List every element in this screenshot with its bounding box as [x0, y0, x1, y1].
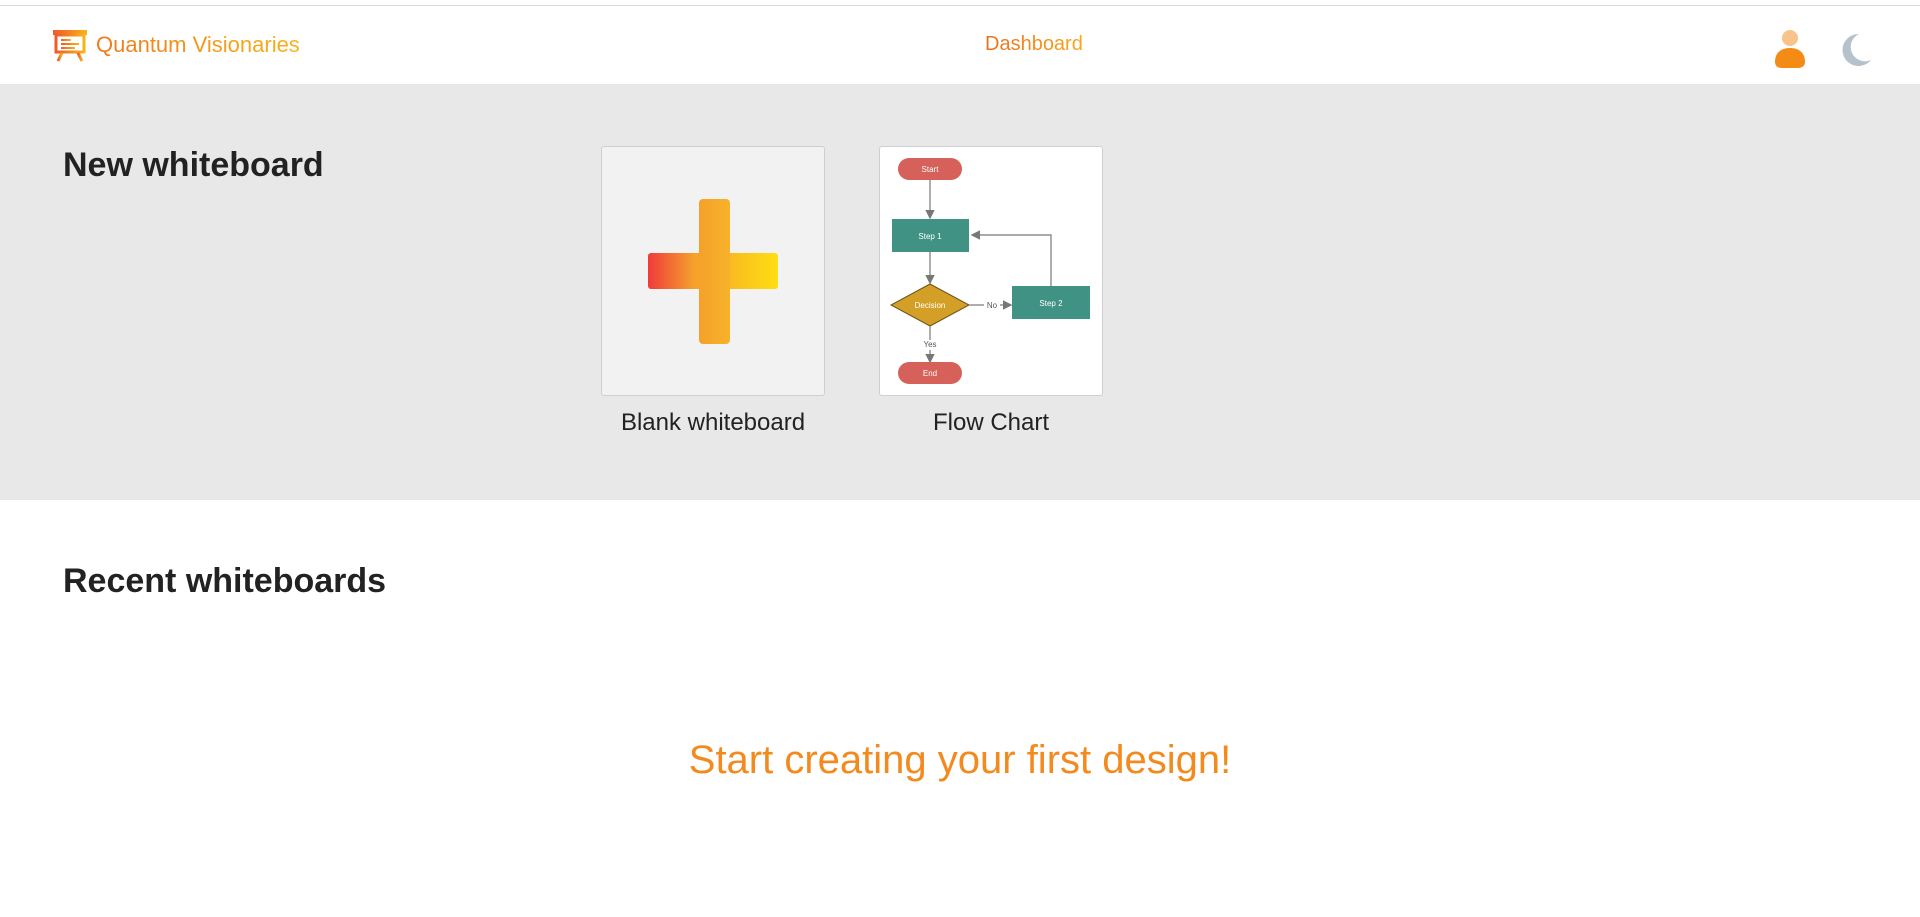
flow-step1-label: Step 1: [918, 232, 942, 241]
moon-icon: [1842, 33, 1871, 66]
nav-dashboard-link[interactable]: Dashboard: [985, 33, 1083, 56]
top-navbar: Quantum Visionaries Dashboard: [0, 6, 1920, 84]
user-icon: [1775, 30, 1805, 68]
brand-logo-link[interactable]: Quantum Visionaries: [52, 28, 300, 62]
new-whiteboard-heading: New whiteboard: [63, 146, 324, 184]
theme-toggle-button[interactable]: [1837, 30, 1873, 70]
blank-whiteboard-label[interactable]: Blank whiteboard: [601, 409, 825, 437]
flow-chart-card[interactable]: Start Step 1 Decision No Step 2 Yes End: [879, 146, 1103, 396]
flow-chart-label[interactable]: Flow Chart: [879, 409, 1103, 437]
flow-no-label: No: [987, 301, 998, 310]
flow-yes-label: Yes: [923, 340, 936, 349]
flow-chart-preview: Start Step 1 Decision No Step 2 Yes End: [889, 158, 1090, 384]
plus-icon: [648, 199, 778, 344]
presentation-board-icon: [53, 30, 87, 62]
blank-whiteboard-card[interactable]: [601, 146, 825, 396]
new-whiteboard-section: New whiteboard Blank whiteboard Start St…: [0, 84, 1920, 500]
flow-end-label: End: [923, 369, 937, 378]
flow-start-label: Start: [922, 165, 940, 174]
user-menu-button[interactable]: [1772, 26, 1808, 70]
flow-decision-label: Decision: [915, 301, 946, 310]
brand-name: Quantum Visionaries: [96, 32, 300, 57]
recent-whiteboards-heading: Recent whiteboards: [63, 562, 387, 600]
flow-step2-label: Step 2: [1039, 299, 1063, 308]
empty-state-message: Start creating your first design!: [688, 738, 1232, 782]
